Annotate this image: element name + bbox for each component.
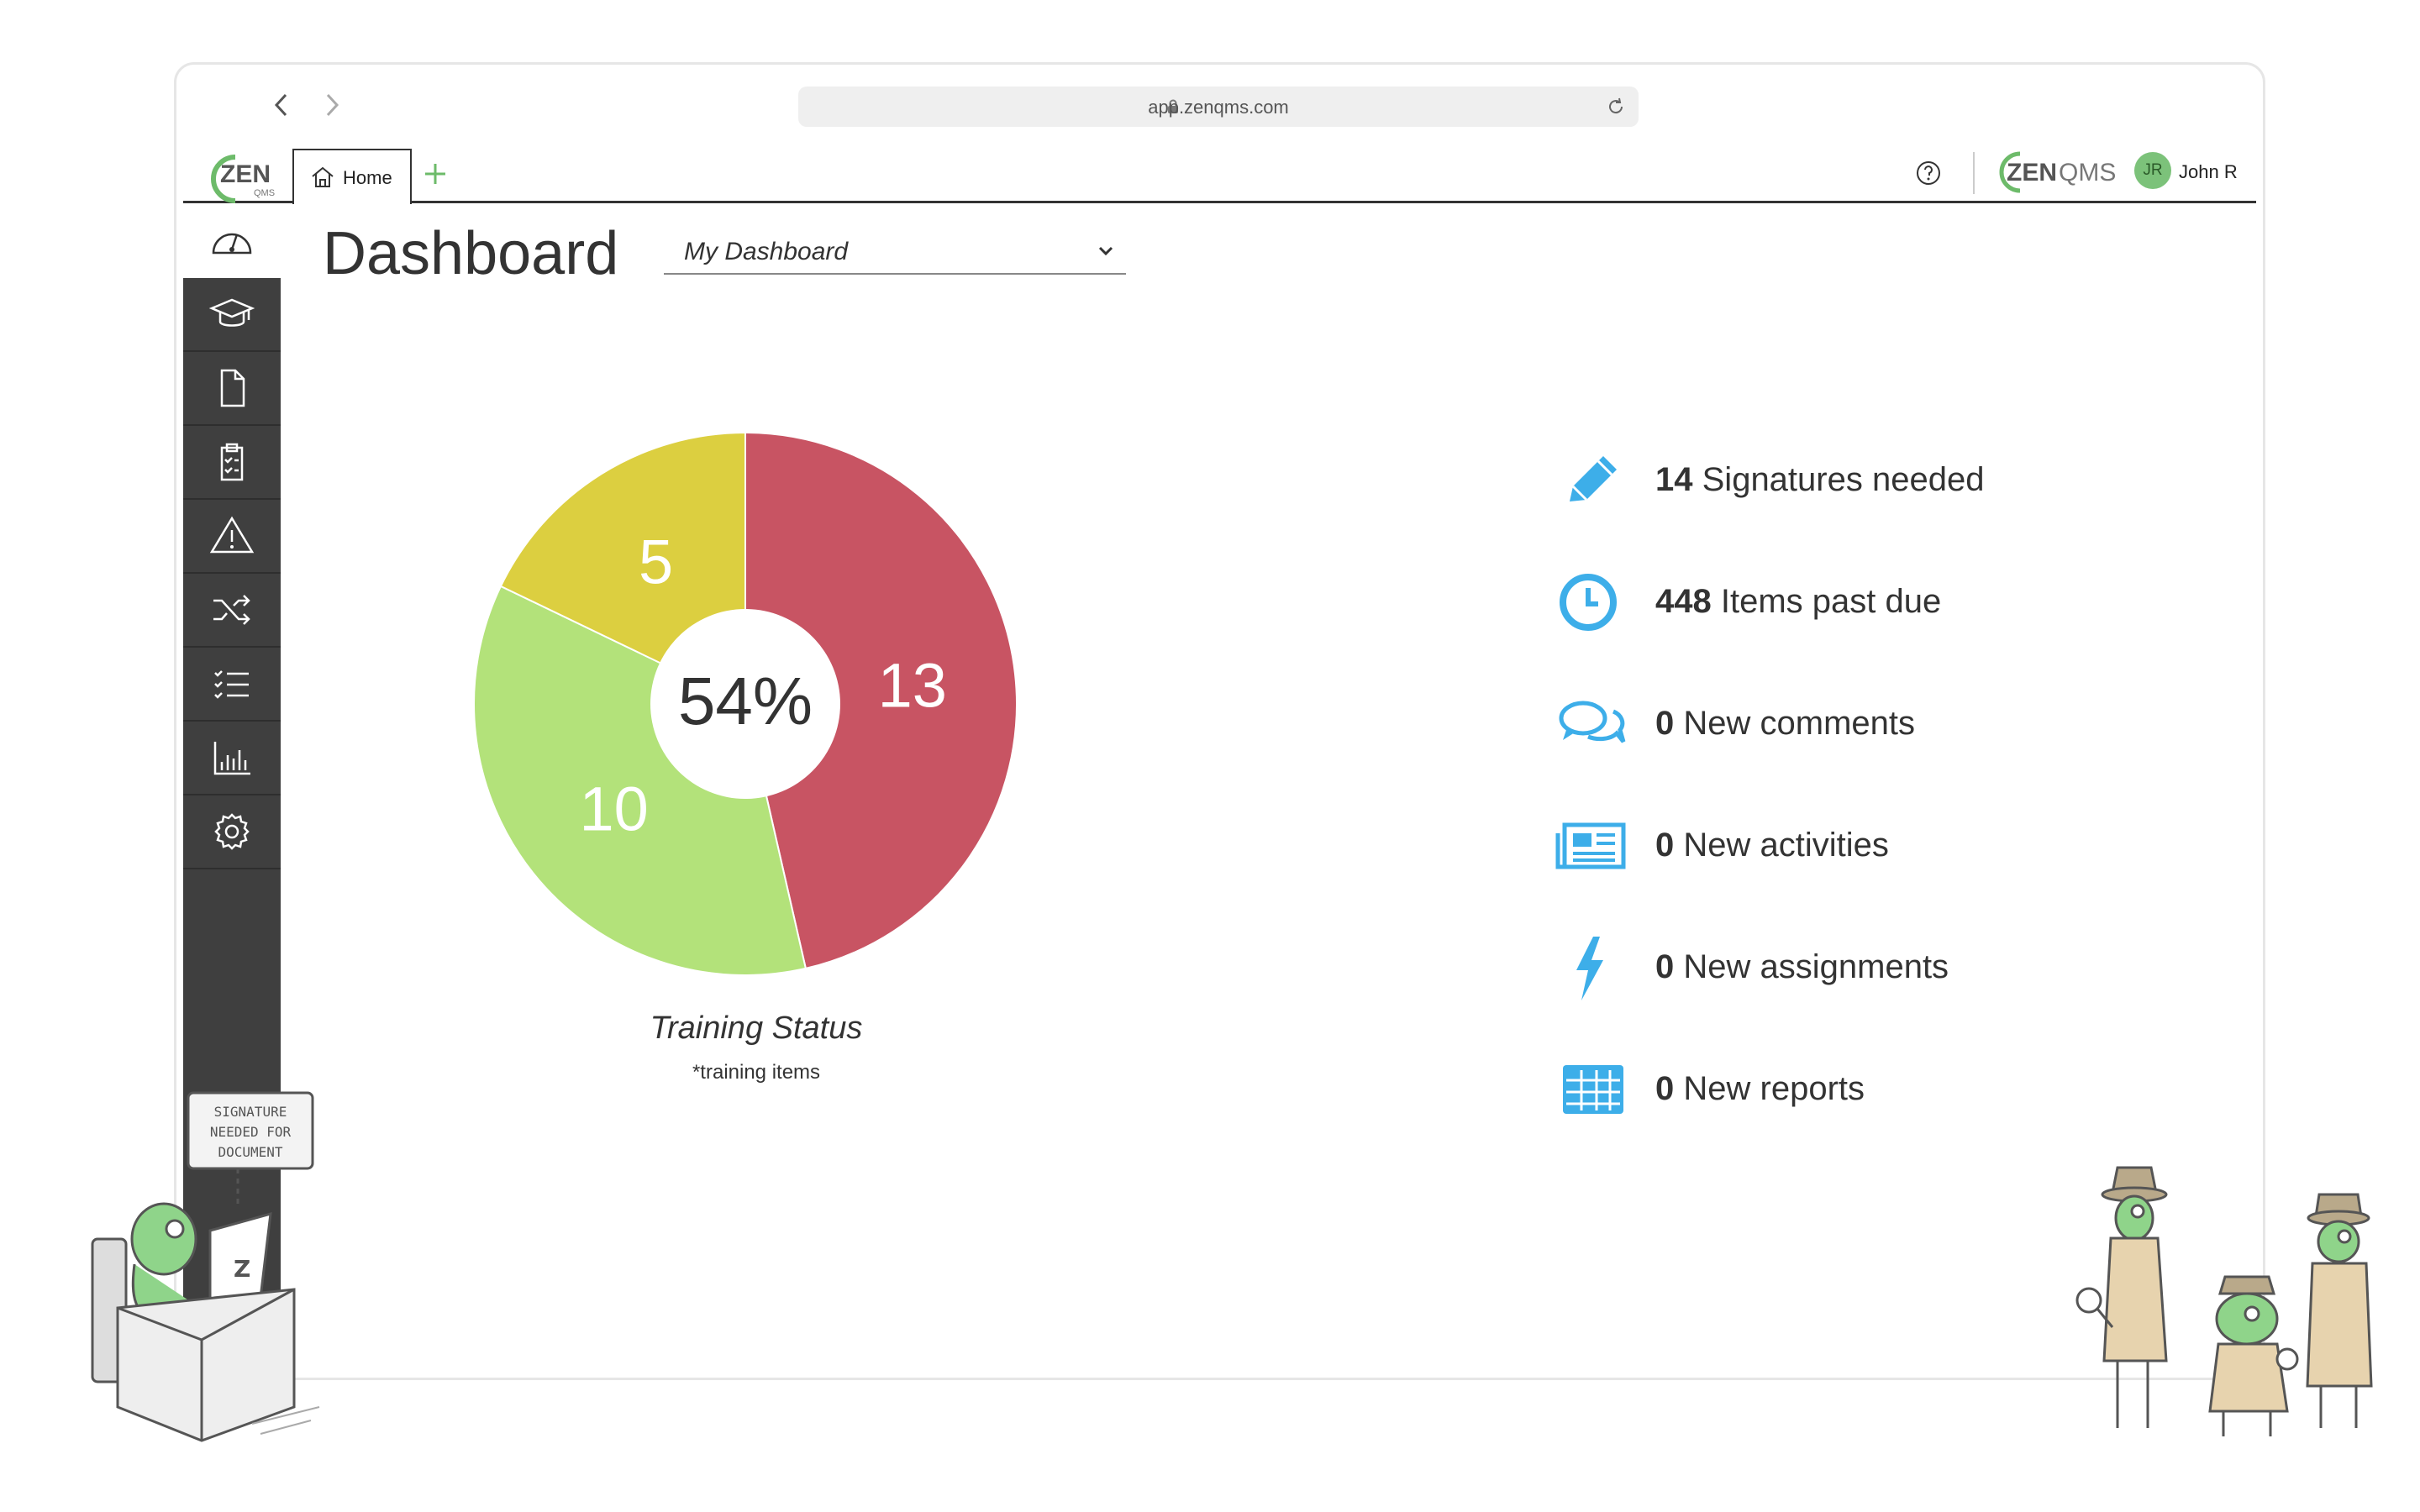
svg-text:DOCUMENT: DOCUMENT [218, 1144, 282, 1160]
tab-home[interactable]: Home [292, 149, 412, 204]
desk-character-illustration: SIGNATURE NEEDED FOR DOCUMENT Z [91, 1091, 320, 1442]
newspaper-icon [1555, 822, 1626, 869]
bar-chart-icon [213, 742, 250, 775]
stat-activities-label: New activities [1683, 827, 1889, 864]
stat-assignments[interactable]: 0 New assignments [1555, 930, 2263, 1005]
sidebar-item-training[interactable] [183, 278, 281, 352]
back-arrow-icon[interactable] [266, 88, 299, 122]
stat-assignments-count: 0 [1655, 948, 1675, 985]
chart-subtitle: *training items [692, 1061, 821, 1084]
brand-text: ZEN [2007, 159, 2057, 186]
sidebar-item-change[interactable] [183, 574, 281, 648]
sidebar-item-dashboard[interactable] [183, 206, 281, 278]
stat-signatures-count: 14 [1655, 461, 1693, 498]
table-icon [1563, 1065, 1623, 1114]
stat-past-due-label: Items past due [1720, 583, 1942, 620]
browser-toolbar: app.zenqms.com [176, 65, 2263, 149]
pencil-icon [1570, 456, 1617, 501]
stat-reports[interactable]: 0 New reports [1555, 1052, 2263, 1127]
gear-icon [214, 813, 250, 850]
stat-activities-count: 0 [1655, 827, 1675, 864]
home-icon [312, 166, 334, 187]
page-title: Dashboard [323, 220, 619, 287]
checklist-icon [214, 670, 249, 699]
stat-past-due-count: 448 [1655, 583, 1712, 620]
stat-signatures-label: Signatures needed [1702, 461, 1985, 498]
svg-text:NEEDED FOR: NEEDED FOR [210, 1124, 292, 1140]
user-name[interactable]: John R [2179, 161, 2238, 183]
sidebar-item-settings[interactable] [183, 795, 281, 869]
sidebar-item-audits[interactable] [183, 426, 281, 500]
clipboard-checklist-icon [220, 443, 244, 481]
stat-comments-label: New comments [1683, 705, 1915, 742]
stat-comments-count: 0 [1655, 705, 1675, 742]
shuffle-icon [213, 595, 250, 625]
app-header: ZEN QMS Home ZEN QMS JR John R [183, 149, 2256, 206]
logo-text: ZEN [220, 160, 271, 188]
help-icon[interactable] [1914, 159, 1943, 187]
url-text: app.zenqms.com [1148, 97, 1289, 118]
svg-text:SIGNATURE: SIGNATURE [214, 1104, 287, 1120]
lightning-icon [1576, 937, 1603, 1000]
detectives-illustration [2075, 1166, 2373, 1436]
stat-signatures[interactable]: 14 Signatures needed [1555, 443, 2263, 518]
stat-past-due[interactable]: 448 Items past due [1555, 564, 2263, 640]
stat-assignments-label: New assignments [1683, 948, 1949, 985]
sidebar-item-reports[interactable] [183, 722, 281, 795]
document-icon [220, 369, 245, 407]
zenqms-brand-logo: ZEN QMS [1999, 151, 2116, 193]
stat-comments[interactable]: 0 New comments [1555, 686, 2263, 762]
tab-home-label: Home [343, 167, 392, 188]
dashboard-select[interactable]: My Dashboard [664, 229, 1126, 275]
comments-icon [1559, 701, 1626, 743]
chart-title: Training Status [650, 1011, 863, 1046]
stat-reports-count: 0 [1655, 1070, 1675, 1107]
header-divider [1973, 152, 1975, 194]
warning-triangle-icon [209, 516, 255, 554]
clock-icon [1560, 574, 1617, 631]
forward-arrow-icon[interactable] [314, 88, 348, 122]
sidebar-item-tasks[interactable] [183, 648, 281, 722]
reload-icon[interactable] [1605, 96, 1627, 118]
svg-text:Z: Z [234, 1255, 250, 1283]
zen-logo[interactable]: ZEN QMS [198, 152, 281, 206]
graduation-cap-icon [208, 298, 255, 327]
gauge-icon [212, 233, 252, 255]
brand-suffix: QMS [2059, 159, 2116, 186]
stat-reports-label: New reports [1683, 1070, 1865, 1107]
pie-slice-label-1: 10 [579, 774, 648, 844]
pie-center-label: 54% [678, 664, 813, 738]
sidebar-item-events[interactable] [183, 500, 281, 574]
sidebar-item-documents[interactable] [183, 352, 281, 426]
dashboard-select-value: My Dashboard [684, 238, 849, 265]
browser-window: app.zenqms.com ZEN QMS Home ZEN QMS JR J… [174, 62, 2265, 1380]
add-tab-icon[interactable] [418, 157, 452, 191]
avatar[interactable]: JR [2134, 152, 2171, 189]
chevron-down-icon [1098, 246, 1113, 256]
pie-slice-label-0: 13 [878, 651, 947, 721]
address-bar[interactable]: app.zenqms.com [798, 87, 1639, 127]
pie-slice-label-2: 5 [639, 528, 673, 597]
logo-subtext: QMS [254, 188, 275, 198]
stat-activities[interactable]: 0 New activities [1555, 808, 2263, 884]
